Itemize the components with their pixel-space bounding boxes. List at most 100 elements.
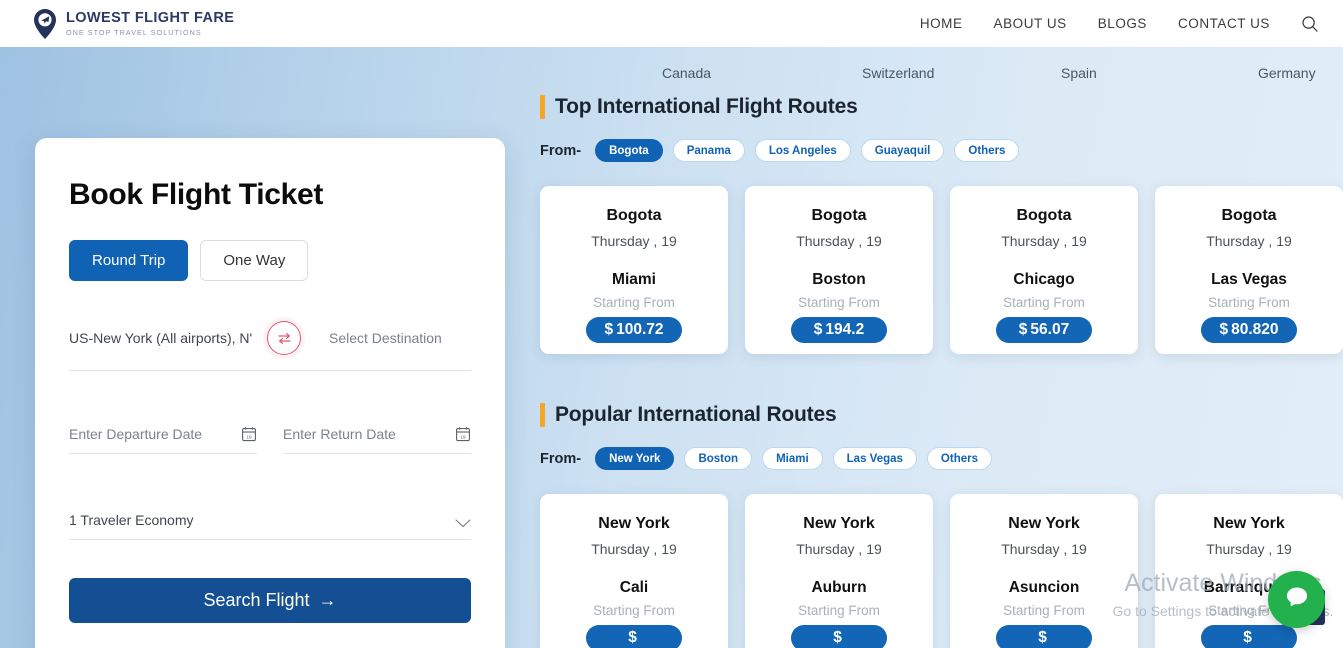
country-germany[interactable]: Germany [1258, 65, 1316, 81]
starting-from-label: Starting From [593, 295, 675, 310]
trip-type-toggle: Round Trip One Way [69, 240, 471, 281]
calendar-icon[interactable]: 19 [455, 426, 471, 442]
tab-others[interactable]: Others [926, 447, 992, 470]
starting-from-label: Starting From [1003, 603, 1085, 618]
tab-miami[interactable]: Miami [762, 447, 823, 470]
currency-symbol: $ [604, 321, 614, 338]
tab-panama[interactable]: Panama [672, 139, 745, 162]
departure-date-placeholder: Enter Departure Date [69, 425, 203, 442]
route-origin: New York [803, 515, 875, 532]
route-card-list: New York Thursday , 19 Cali Starting Fro… [540, 494, 1343, 648]
from-label: From- [540, 142, 582, 159]
currency-symbol: $ [813, 321, 823, 338]
starting-from-label: Starting From [593, 603, 675, 618]
calendar-icon[interactable]: 19 [241, 426, 257, 442]
hero-background: Canada Switzerland Spain Germany Book Fl… [0, 47, 1343, 648]
search-icon[interactable] [1301, 15, 1319, 33]
route-origin: New York [598, 515, 670, 532]
price-badge[interactable]: $ [1201, 625, 1297, 648]
logo-title: LOWEST FLIGHT FARE [66, 10, 235, 27]
route-card[interactable]: Bogota Thursday , 19 Boston Starting Fro… [745, 186, 933, 354]
section-title: Top International Flight Routes [555, 95, 858, 118]
origin-input[interactable]: US-New York (All airports), N' [69, 327, 259, 346]
search-flight-button[interactable]: Search Flight → [69, 578, 471, 623]
price-badge[interactable]: $ [791, 625, 887, 648]
starting-from-label: Starting From [1208, 295, 1290, 310]
travelers-class-selector[interactable]: 1 Traveler Economy [69, 500, 471, 540]
tab-las-vegas[interactable]: Las Vegas [832, 447, 917, 470]
route-origin: New York [1008, 515, 1080, 532]
trip-type-one-way[interactable]: One Way [200, 240, 309, 281]
price-value: 80.820 [1231, 321, 1279, 338]
price-badge[interactable]: $ 56.07 [996, 317, 1092, 343]
destination-input[interactable]: Select Destination [329, 330, 442, 346]
route-card[interactable]: Bogota Thursday , 19 Miami Starting From… [540, 186, 728, 354]
route-date: Thursday , 19 [796, 541, 882, 557]
section-popular-international-routes: Popular International Routes From- New Y… [540, 403, 1343, 648]
route-date: Thursday , 19 [796, 233, 882, 249]
route-card[interactable]: New York Thursday , 19 Asuncion Starting… [950, 494, 1138, 648]
price-value: 194.2 [825, 321, 865, 338]
route-card[interactable]: New York Thursday , 19 Auburn Starting F… [745, 494, 933, 648]
currency-symbol: $ [628, 629, 637, 646]
tab-los-angeles[interactable]: Los Angeles [754, 139, 851, 162]
price-value: 56.07 [1030, 321, 1070, 338]
accent-bar [540, 95, 545, 119]
price-badge[interactable]: $ 194.2 [791, 317, 887, 343]
section-header: Top International Flight Routes [540, 95, 1343, 119]
route-date: Thursday , 19 [1001, 233, 1087, 249]
starting-from-label: Starting From [1003, 295, 1085, 310]
route-date: Thursday , 19 [1206, 233, 1292, 249]
route-card[interactable]: New York Thursday , 19 Cali Starting Fro… [540, 494, 728, 648]
chat-bubble-icon [1282, 582, 1312, 617]
accent-bar [540, 403, 545, 427]
route-origin: New York [1213, 515, 1285, 532]
route-destination: Boston [812, 271, 866, 288]
trip-type-round-trip[interactable]: Round Trip [69, 240, 189, 281]
travelers-class-value: 1 Traveler Economy [69, 511, 194, 528]
route-destination: Miami [612, 271, 656, 288]
section-header: Popular International Routes [540, 403, 1343, 427]
currency-symbol: $ [1038, 629, 1047, 646]
route-card-list: Bogota Thursday , 19 Miami Starting From… [540, 186, 1343, 354]
departure-date-field[interactable]: Enter Departure Date 19 [69, 414, 257, 454]
section-title: Popular International Routes [555, 403, 837, 426]
currency-symbol: $ [1243, 629, 1252, 646]
swap-arrows-icon[interactable] [267, 321, 301, 355]
date-row: Enter Departure Date 19 Enter Return Dat… [69, 414, 471, 454]
arrow-right-icon: → [318, 590, 337, 610]
route-card[interactable]: Bogota Thursday , 19 Las Vegas Starting … [1155, 186, 1343, 354]
search-flight-label: Search Flight [203, 590, 310, 610]
route-origin: Bogota [1016, 207, 1072, 224]
price-badge[interactable]: $ 100.72 [586, 317, 682, 343]
route-card[interactable]: Bogota Thursday , 19 Chicago Starting Fr… [950, 186, 1138, 354]
country-strip: Canada Switzerland Spain Germany [540, 55, 1343, 91]
chat-widget-button[interactable] [1268, 571, 1325, 628]
nav-item-about-us[interactable]: ABOUT US [994, 16, 1067, 31]
country-spain[interactable]: Spain [1061, 65, 1097, 81]
country-switzerland[interactable]: Switzerland [862, 65, 934, 81]
route-date: Thursday , 19 [591, 541, 677, 557]
price-badge[interactable]: $ 80.820 [1201, 317, 1297, 343]
nav-item-contact-us[interactable]: CONTACT US [1178, 16, 1270, 31]
svg-text:19: 19 [460, 434, 466, 439]
tab-new-york[interactable]: New York [595, 447, 675, 470]
return-date-placeholder: Enter Return Date [283, 425, 396, 442]
tab-others[interactable]: Others [954, 139, 1020, 162]
site-logo[interactable]: LOWEST FLIGHT FARE ONE STOP TRAVEL SOLUT… [32, 8, 234, 40]
price-value: 100.72 [616, 321, 664, 338]
starting-from-label: Starting From [798, 295, 880, 310]
currency-symbol: $ [1018, 321, 1028, 338]
nav-item-home[interactable]: HOME [920, 16, 963, 31]
tab-guayaquil[interactable]: Guayaquil [860, 139, 945, 162]
from-label: From- [540, 450, 582, 467]
route-destination: Cali [619, 579, 649, 596]
tab-boston[interactable]: Boston [684, 447, 753, 470]
return-date-field[interactable]: Enter Return Date 19 [283, 414, 471, 454]
price-badge[interactable]: $ [996, 625, 1092, 648]
price-badge[interactable]: $ [586, 625, 682, 648]
country-canada[interactable]: Canada [662, 65, 711, 81]
tab-bogota[interactable]: Bogota [595, 139, 663, 162]
nav-item-blogs[interactable]: BLOGS [1098, 16, 1147, 31]
site-header: LOWEST FLIGHT FARE ONE STOP TRAVEL SOLUT… [0, 0, 1343, 47]
